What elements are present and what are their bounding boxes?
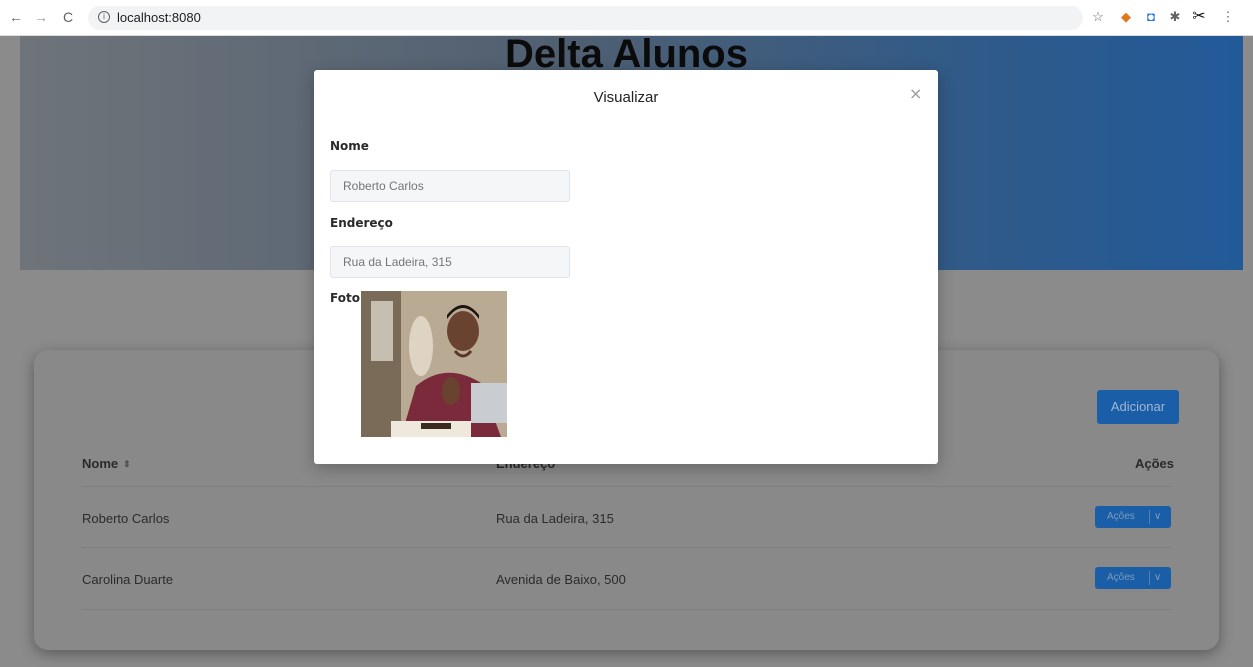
browser-menu-icon[interactable]: ⋮ <box>1220 9 1236 25</box>
name-label: Nome <box>330 139 369 153</box>
column-header-name-label: Nome <box>82 456 119 471</box>
cell-address: Rua da Ladeira, 315 <box>496 511 614 526</box>
modal-title: Visualizar <box>593 89 659 106</box>
back-button[interactable]: ← <box>8 9 24 25</box>
student-photo-image <box>361 291 507 437</box>
sort-icon[interactable]: ⇕ <box>123 459 131 470</box>
row-divider <box>81 547 1172 548</box>
row-divider <box>81 609 1172 610</box>
row-actions-dropdown[interactable]: Ações ∨ <box>1095 506 1171 528</box>
view-modal: Visualizar × Nome Endereço Foto: <box>314 70 938 464</box>
address-label: Endereço <box>330 216 393 230</box>
url-text: localhost:8080 <box>117 10 201 25</box>
name-field[interactable] <box>330 170 570 202</box>
row-actions-dropdown[interactable]: Ações ∨ <box>1095 567 1171 589</box>
browser-toolbar: ← → C i localhost:8080 ☆ ◆ ◘ ✱ ✂ ⋮ <box>0 0 1253 36</box>
metamask-fox-icon[interactable]: ◆ <box>1118 9 1134 25</box>
divider <box>1149 510 1150 524</box>
address-field[interactable] <box>330 246 570 278</box>
column-header-actions: Ações <box>1135 456 1175 471</box>
chevron-down-icon[interactable]: ∨ <box>1154 567 1161 589</box>
reload-button[interactable]: C <box>60 9 76 25</box>
extensions-puzzle-icon[interactable]: ✱ <box>1167 9 1183 25</box>
row-actions-label: Ações <box>1107 572 1135 583</box>
address-bar[interactable]: i localhost:8080 <box>88 6 1083 30</box>
row-divider <box>81 486 1172 487</box>
shield-extension-icon[interactable]: ◘ <box>1143 9 1159 25</box>
info-icon[interactable]: i <box>98 11 110 23</box>
add-button[interactable]: Adicionar <box>1097 390 1179 424</box>
cell-name: Roberto Carlos <box>82 511 170 526</box>
student-photo <box>361 291 507 437</box>
photo-label: Foto: <box>330 291 365 305</box>
cell-name: Carolina Duarte <box>82 572 174 587</box>
profile-extension-icon[interactable]: ✂ <box>1191 9 1207 25</box>
forward-button[interactable]: → <box>33 9 49 25</box>
chevron-down-icon[interactable]: ∨ <box>1154 506 1161 528</box>
bookmark-star-icon[interactable]: ☆ <box>1090 9 1106 25</box>
divider <box>1149 571 1150 585</box>
cell-address: Avenida de Baixo, 500 <box>496 572 626 587</box>
column-header-name[interactable]: Nome ⇕ <box>82 456 131 471</box>
row-actions-label: Ações <box>1107 511 1135 522</box>
close-icon[interactable]: × <box>909 84 922 103</box>
